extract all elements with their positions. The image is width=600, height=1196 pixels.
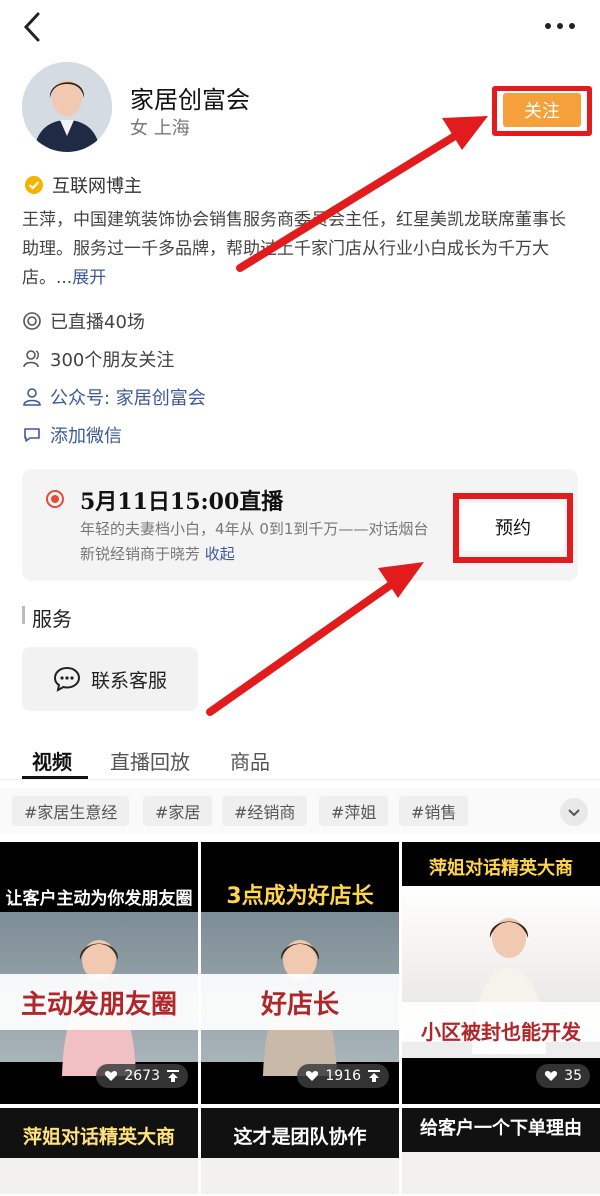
- video-band-caption: 好店长: [201, 974, 399, 1030]
- live-description: 年轻的夫妻档小白，4年从 0到1到千万——对话烟台新锐经销商于晓芳 收起: [80, 517, 430, 567]
- video-thumbnail: [402, 1152, 600, 1194]
- video-top-caption: 萍姐对话精英大商: [429, 858, 573, 879]
- video-stats: 1916: [297, 1064, 389, 1088]
- video-band-caption: 主动发朋友圈: [0, 974, 198, 1030]
- like-count: 35: [564, 1068, 582, 1084]
- video-card[interactable]: 这才是团队协作: [201, 1108, 399, 1194]
- video-top-caption: 给客户一个下单理由: [420, 1118, 582, 1139]
- profile-name: 家居创富会: [130, 86, 250, 114]
- live-title: 5月11日15:00直播: [80, 489, 284, 515]
- content-tabs: 视频 直播回放 商品: [0, 738, 600, 780]
- tag-bar: #家居生意经 #家居 #经销商 #萍姐 #销售: [0, 788, 600, 834]
- video-top-caption: 这才是团队协作: [233, 1126, 367, 1148]
- like-count: 1916: [325, 1068, 361, 1084]
- video-thumbnail: [201, 1158, 399, 1194]
- book-arrow: [206, 562, 424, 716]
- tab-live-replay[interactable]: 直播回放: [110, 746, 190, 775]
- avatar[interactable]: [22, 62, 112, 152]
- user-icon: [23, 388, 41, 406]
- avatar-portrait: [22, 62, 112, 152]
- chat-icon: [24, 428, 40, 442]
- live-target-icon: [23, 312, 41, 330]
- follow-button[interactable]: 关注: [503, 93, 581, 127]
- video-card[interactable]: 萍姐对话精英大商: [0, 1108, 198, 1194]
- tab-videos[interactable]: 视频: [32, 746, 72, 775]
- back-button[interactable]: [18, 10, 48, 44]
- verified-row: 互联网博主: [24, 172, 142, 198]
- more-horizontal-icon: [545, 23, 575, 29]
- tag-chip[interactable]: #销售: [399, 796, 469, 826]
- video-band-caption: 小区被封也能开发: [402, 1002, 600, 1058]
- live-count-row: 已直播40场: [22, 308, 145, 334]
- live-desc-text: 年轻的夫妻档小白，4年从 0到1到千万——对话烟台新锐经销商于晓芳: [80, 520, 429, 563]
- video-top-caption: 3点成为好店长: [226, 884, 374, 909]
- services-title: 服务: [32, 607, 72, 631]
- friends-icon: [23, 350, 39, 368]
- video-grid: 让客户主动为你发朋友圈 主动发朋友圈 2673 3点成为好店长 好店长 1916…: [0, 842, 600, 1196]
- video-card[interactable]: 让客户主动为你发朋友圈 主动发朋友圈 2673: [0, 842, 198, 1104]
- profile-bio: 王萍，中国建筑装饰协会销售服务商委员会主任，红星美凯龙联席董事长助理。服务过一千…: [22, 206, 582, 293]
- tag-chip[interactable]: #萍姐: [319, 796, 389, 826]
- video-stats: 35: [536, 1064, 590, 1088]
- like-count: 2673: [124, 1068, 160, 1084]
- video-card[interactable]: 萍姐对话精英大商 小区被封也能开发 35: [402, 842, 600, 1104]
- live-count: 已直播40场: [50, 312, 145, 333]
- chevron-left-icon: [23, 12, 40, 42]
- video-stats: 2673: [96, 1064, 188, 1088]
- contact-service-button[interactable]: 联系客服: [22, 647, 198, 711]
- official-account-link[interactable]: 公众号: 家居创富会: [50, 384, 206, 410]
- friends-row[interactable]: 300个朋友关注: [22, 346, 174, 372]
- heart-icon: [545, 1071, 558, 1081]
- top-bar: [0, 0, 600, 56]
- expand-link[interactable]: 展开: [72, 268, 106, 288]
- tag-chip[interactable]: #经销商: [222, 796, 308, 826]
- live-dot-icon: [46, 490, 64, 508]
- video-thumbnail: [0, 1158, 198, 1194]
- video-top-caption: 让客户主动为你发朋友圈: [5, 889, 193, 909]
- tag-chip[interactable]: #家居生意经: [12, 796, 130, 826]
- book-button[interactable]: 预约: [462, 503, 564, 551]
- video-card[interactable]: 给客户一个下单理由: [402, 1108, 600, 1194]
- chevron-down-icon: [568, 809, 580, 817]
- add-wechat-link[interactable]: 添加微信: [50, 422, 122, 448]
- heart-icon: [306, 1071, 319, 1081]
- heart-icon: [105, 1071, 118, 1081]
- tab-products[interactable]: 商品: [230, 746, 270, 775]
- pin-top-icon: [167, 1070, 179, 1082]
- add-wechat-row[interactable]: 添加微信: [22, 422, 122, 448]
- tag-chip[interactable]: #家居: [143, 796, 213, 826]
- active-tab-indicator: [22, 776, 88, 779]
- expand-tags-button[interactable]: [560, 798, 588, 826]
- profile-gender-location: 女 上海: [130, 118, 190, 139]
- section-marker: [22, 606, 25, 624]
- verified-badge-icon: [25, 176, 43, 194]
- friends-follow: 300个朋友关注: [50, 350, 175, 371]
- pin-top-icon: [368, 1070, 380, 1082]
- message-icon: [53, 666, 80, 692]
- more-button[interactable]: [540, 14, 580, 38]
- video-top-caption: 萍姐对话精英大商: [22, 1126, 175, 1148]
- verified-label: 互联网博主: [52, 176, 142, 197]
- collapse-link[interactable]: 收起: [205, 545, 235, 563]
- video-card[interactable]: 3点成为好店长 好店长 1916: [201, 842, 399, 1104]
- official-account-row[interactable]: 公众号: 家居创富会: [22, 384, 206, 410]
- contact-service-label: 联系客服: [90, 669, 167, 692]
